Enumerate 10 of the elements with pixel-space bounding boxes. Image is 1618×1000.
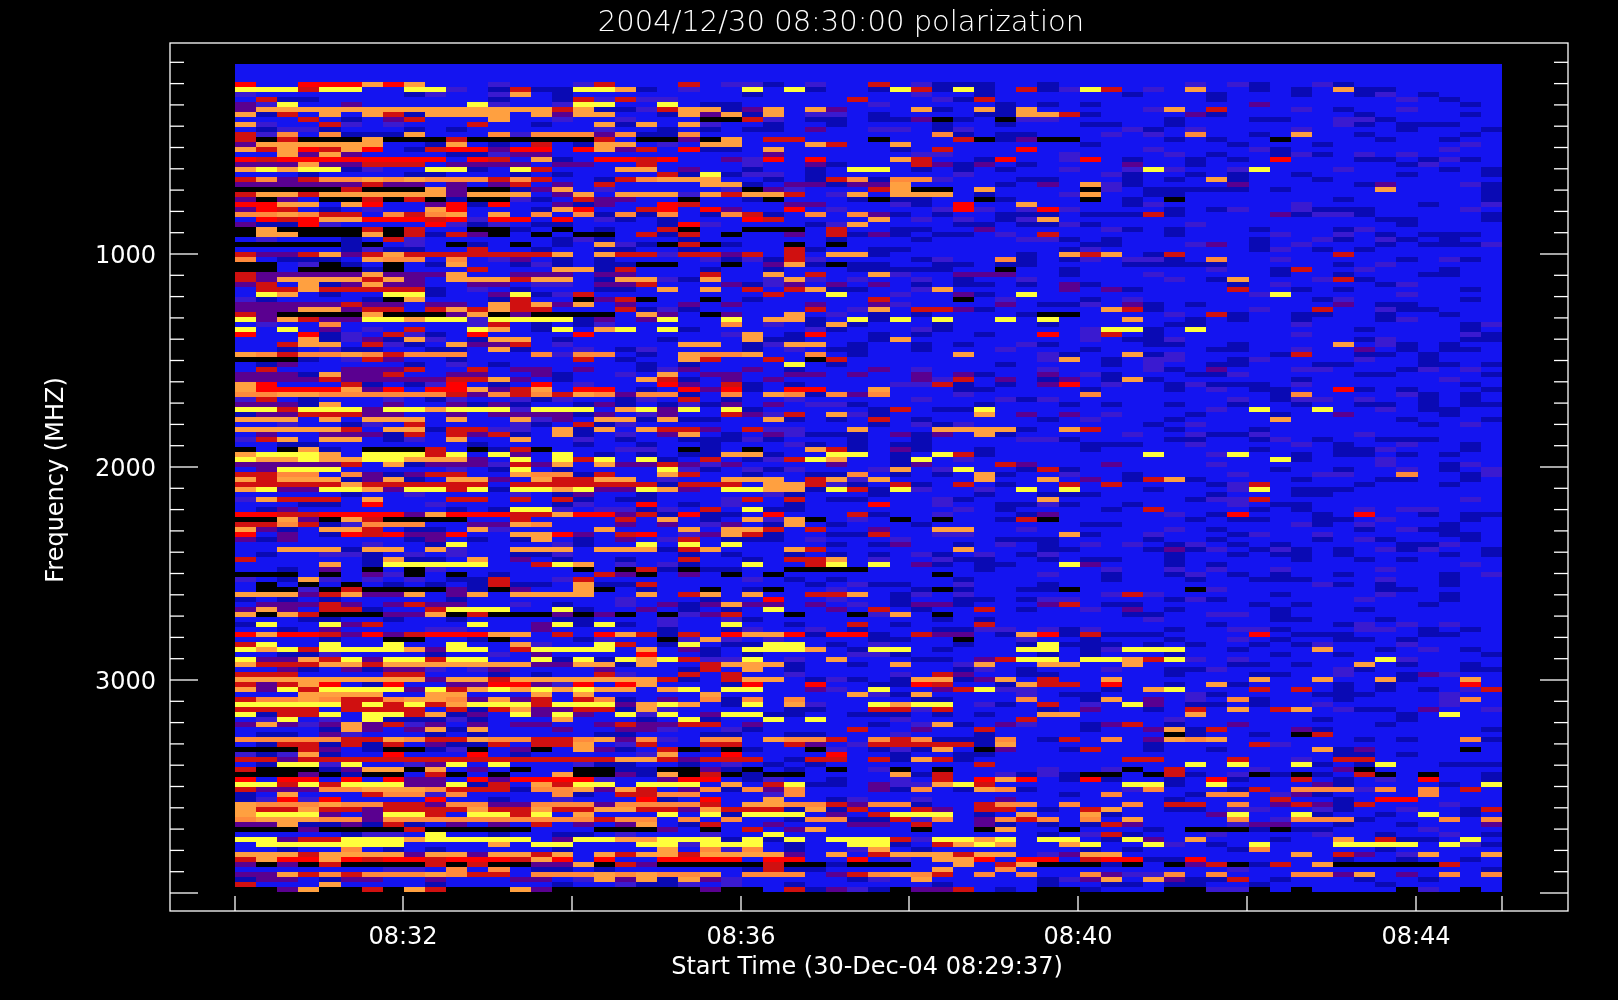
tick-label: 08:32 xyxy=(368,922,438,950)
tick-label: 1000 xyxy=(94,241,156,269)
y-axis-label: Frequency (MHZ) xyxy=(41,377,69,583)
plot-title: 2004/12/30 08:30:00 polarization xyxy=(597,4,1085,38)
tick-label: 3000 xyxy=(94,667,156,695)
tick-label: 08:36 xyxy=(706,922,776,950)
tick-label: 08:44 xyxy=(1381,922,1451,950)
x-axis-label: Start Time (30-Dec-04 08:29:37) xyxy=(671,952,1063,980)
tick-label: 2000 xyxy=(94,454,156,482)
tick-label: 08:40 xyxy=(1043,922,1113,950)
